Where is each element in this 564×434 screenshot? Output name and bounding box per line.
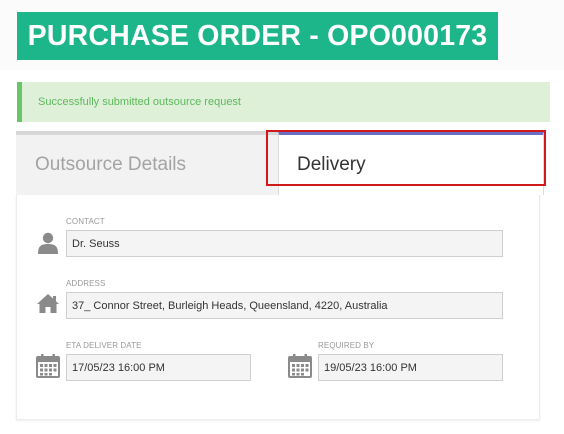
required-by-label: REQUIRED BY [318, 341, 375, 350]
eta-deliver-date-value: 17/05/23 16:00 PM [72, 361, 165, 374]
user-icon [38, 232, 58, 254]
tab-outsource-details-label: Outsource Details [35, 154, 187, 175]
page-title: PURCHASE ORDER - OPO000173 [17, 12, 498, 60]
address-label: ADDRESS [66, 279, 106, 288]
contact-label: CONTACT [66, 217, 105, 226]
contact-field[interactable]: Dr. Seuss [66, 230, 503, 257]
contact-value: Dr. Seuss [72, 237, 120, 250]
tab-delivery[interactable]: Delivery [278, 131, 544, 195]
delivery-panel: CONTACT Dr. Seuss ADDRESS 37_ Connor Str… [16, 195, 540, 420]
success-alert: Successfully submitted outsource request [17, 82, 550, 122]
calendar-icon [288, 354, 312, 378]
required-by-value: 19/05/23 16:00 PM [324, 361, 417, 374]
eta-deliver-date-field[interactable]: 17/05/23 16:00 PM [66, 354, 251, 381]
tab-bar: Outsource Details Delivery [16, 131, 544, 195]
address-value: 37_ Connor Street, Burleigh Heads, Queen… [72, 299, 388, 312]
calendar-icon [36, 354, 60, 378]
address-field[interactable]: 37_ Connor Street, Burleigh Heads, Queen… [66, 292, 503, 319]
tab-outsource-details[interactable]: Outsource Details [16, 135, 278, 195]
tab-delivery-label: Delivery [297, 154, 366, 175]
eta-deliver-date-label: ETA DELIVER DATE [66, 341, 142, 350]
home-icon [37, 294, 59, 313]
required-by-field[interactable]: 19/05/23 16:00 PM [318, 354, 503, 381]
success-alert-message: Successfully submitted outsource request [38, 96, 241, 108]
